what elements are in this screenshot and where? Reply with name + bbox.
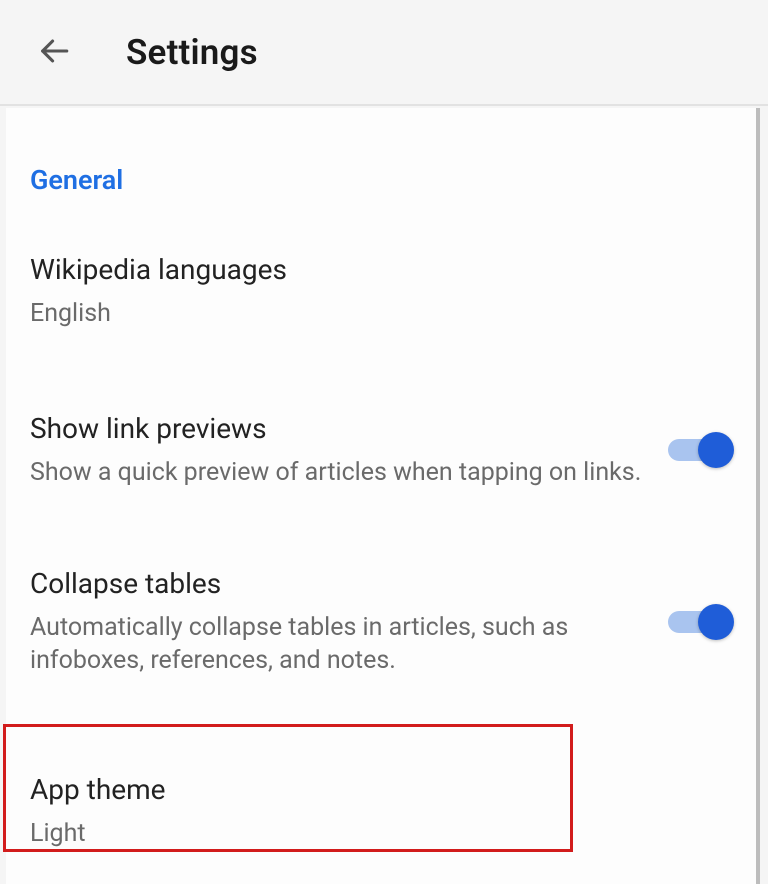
app-bar: Settings: [0, 0, 768, 106]
setting-collapse-tables[interactable]: Collapse tables Automatically collapse t…: [6, 526, 756, 715]
setting-wikipedia-languages[interactable]: Wikipedia languages English: [6, 224, 756, 367]
toggle-knob: [698, 432, 734, 468]
setting-value: Light: [30, 817, 712, 851]
setting-title: Show link previews: [30, 411, 648, 446]
arrow-left-icon: [37, 34, 71, 71]
settings-panel: General Wikipedia languages English Show…: [6, 108, 760, 884]
setting-show-link-previews[interactable]: Show link previews Show a quick preview …: [6, 367, 756, 526]
setting-description: Show a quick preview of articles when ta…: [30, 456, 648, 490]
setting-text: Show link previews Show a quick preview …: [30, 411, 668, 490]
setting-description: Automatically collapse tables in article…: [30, 611, 648, 679]
setting-title: Collapse tables: [30, 566, 648, 601]
setting-app-theme[interactable]: App theme Light: [6, 714, 756, 881]
setting-title: App theme: [30, 772, 712, 807]
page-title: Settings: [126, 32, 258, 73]
setting-text: App theme Light: [30, 772, 732, 851]
back-button[interactable]: [30, 28, 78, 76]
setting-title: Wikipedia languages: [30, 252, 712, 287]
settings-screen: Settings General Wikipedia languages Eng…: [0, 0, 768, 884]
setting-value: English: [30, 297, 712, 331]
section-general-label: General: [6, 108, 756, 224]
toggle-collapse-tables[interactable]: [668, 602, 732, 642]
setting-text: Collapse tables Automatically collapse t…: [30, 566, 668, 679]
setting-text: Wikipedia languages English: [30, 252, 732, 331]
toggle-link-previews[interactable]: [668, 430, 732, 470]
toggle-knob: [698, 604, 734, 640]
